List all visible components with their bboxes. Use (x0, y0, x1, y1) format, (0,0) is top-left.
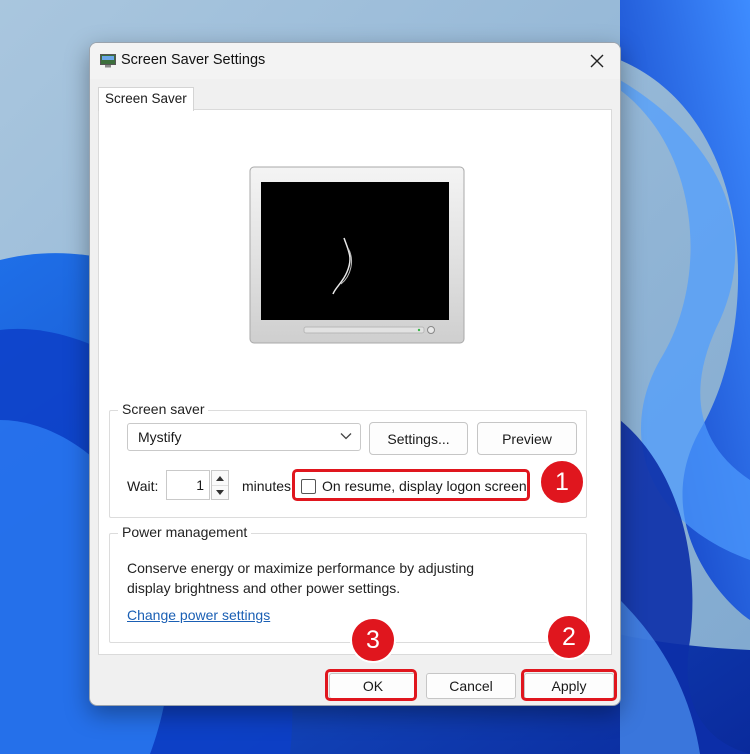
power-management-group-label: Power management (118, 524, 251, 540)
screen-saver-icon (100, 54, 116, 68)
spin-up-icon (216, 476, 224, 481)
screen-saver-select[interactable]: Mystify (127, 423, 361, 451)
settings-button[interactable]: Settings... (369, 422, 468, 455)
screen-saver-selected-value: Mystify (138, 429, 182, 445)
minutes-label: minutes (242, 478, 291, 494)
power-description: Conserve energy or maximize performance … (127, 558, 497, 598)
screen-saver-group-label: Screen saver (118, 401, 208, 417)
step-badge-1: 1 (539, 459, 585, 505)
preview-button[interactable]: Preview (477, 422, 577, 455)
spin-up-button[interactable] (212, 471, 228, 486)
spin-down-button[interactable] (212, 485, 228, 500)
step-badge-3: 3 (350, 617, 396, 663)
change-power-settings-link[interactable]: Change power settings (127, 607, 270, 623)
logon-checkbox[interactable] (301, 479, 316, 494)
wait-stepper (211, 470, 229, 500)
close-icon (590, 54, 604, 68)
cancel-button[interactable]: Cancel (426, 673, 516, 699)
ok-button[interactable]: OK (329, 673, 417, 699)
logon-checkbox-label[interactable]: On resume, display logon screen (322, 478, 527, 494)
step-badge-2: 2 (546, 614, 592, 660)
title-bar: Screen Saver Settings (90, 43, 620, 79)
spin-down-icon (216, 490, 224, 495)
window-title: Screen Saver Settings (121, 52, 265, 68)
close-button[interactable] (582, 47, 612, 75)
screen-saver-settings-dialog: Screen Saver Settings Screen Saver (89, 42, 621, 706)
chevron-down-icon (340, 432, 352, 440)
tab-screen-saver[interactable]: Screen Saver (98, 87, 194, 111)
apply-button[interactable]: Apply (524, 673, 614, 699)
wait-minutes-input[interactable]: 1 (166, 470, 210, 500)
wait-label: Wait: (127, 478, 158, 494)
tab-panel: Screen saver Mystify Settings... Preview… (98, 109, 612, 655)
logon-checkbox-row[interactable]: On resume, display logon screen (301, 475, 527, 497)
monitor-preview (249, 166, 465, 346)
